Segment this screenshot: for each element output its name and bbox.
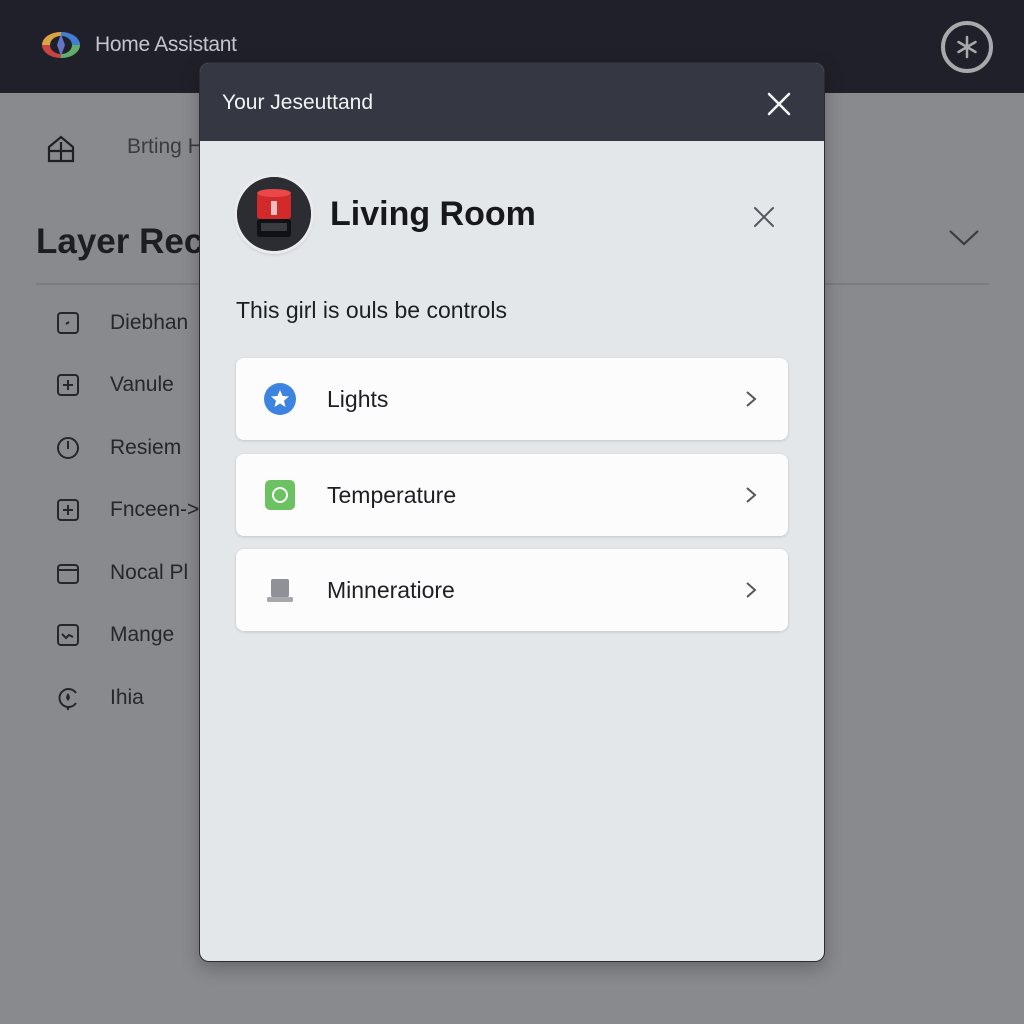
chevron-right-icon bbox=[746, 391, 757, 407]
asterisk-icon bbox=[957, 35, 977, 59]
close-icon[interactable] bbox=[753, 206, 775, 228]
nav-item-label: Nocal Pl bbox=[110, 561, 189, 584]
control-card-minneratiore[interactable]: Minneratiore bbox=[236, 549, 788, 631]
square-plus-icon bbox=[54, 496, 82, 524]
card-label: Lights bbox=[327, 386, 389, 412]
card-label: Temperature bbox=[327, 482, 457, 508]
home-icon[interactable] bbox=[46, 134, 76, 164]
control-card-lights[interactable]: Lights bbox=[236, 358, 788, 440]
nav-item[interactable]: Resiem bbox=[54, 433, 181, 463]
nav-item-label: Diebhan bbox=[110, 311, 189, 334]
page-title: Layer Rec bbox=[36, 222, 204, 261]
water-drop-icon bbox=[54, 684, 82, 712]
app-title: Home Assistant bbox=[95, 33, 237, 56]
room-description: This girl is ouls be controls bbox=[236, 297, 507, 323]
nav-item-label: Mange bbox=[110, 623, 175, 646]
room-title: Living Room bbox=[330, 195, 536, 233]
nav-item[interactable]: Nocal Pl bbox=[54, 558, 188, 588]
nav-item[interactable]: Ihia bbox=[54, 683, 144, 713]
square-plus-icon bbox=[54, 371, 82, 399]
square-dot-icon bbox=[54, 309, 82, 337]
device-hat-icon bbox=[264, 574, 296, 606]
home-assistant-logo-icon bbox=[42, 32, 80, 58]
room-dialog: Your Jeseuttand Living Room This girl is… bbox=[199, 62, 825, 962]
chevron-right-icon bbox=[746, 582, 757, 598]
nav-item-label: Ihia bbox=[110, 686, 144, 709]
thermostat-square-icon bbox=[264, 479, 296, 511]
chart-square-icon bbox=[54, 621, 82, 649]
box-icon bbox=[54, 559, 82, 587]
nav-item[interactable]: Fnceen-> bbox=[54, 495, 199, 525]
nav-item[interactable]: Vanule bbox=[54, 370, 174, 400]
smart-speaker-icon bbox=[237, 177, 311, 251]
control-card-temperature[interactable]: Temperature bbox=[236, 454, 788, 536]
chevron-down-icon[interactable] bbox=[948, 228, 980, 248]
nav-item-label: Vanule bbox=[110, 373, 174, 396]
power-icon bbox=[54, 434, 82, 462]
nav-item[interactable]: Mange bbox=[54, 620, 174, 650]
chevron-right-icon bbox=[746, 487, 757, 503]
card-label: Minneratiore bbox=[327, 577, 455, 603]
nav-item-label: Fnceen-> bbox=[110, 498, 200, 521]
settings-button[interactable] bbox=[941, 21, 993, 73]
star-circle-icon bbox=[264, 383, 296, 415]
dialog-header: Your Jeseuttand bbox=[200, 63, 824, 141]
close-icon[interactable] bbox=[766, 91, 792, 117]
nav-item-label: Resiem bbox=[110, 436, 182, 459]
room-avatar bbox=[237, 177, 311, 251]
breadcrumb[interactable]: Brting H bbox=[127, 135, 203, 159]
nav-item[interactable]: Diebhan bbox=[54, 308, 188, 338]
dialog-title: Your Jeseuttand bbox=[222, 91, 374, 114]
